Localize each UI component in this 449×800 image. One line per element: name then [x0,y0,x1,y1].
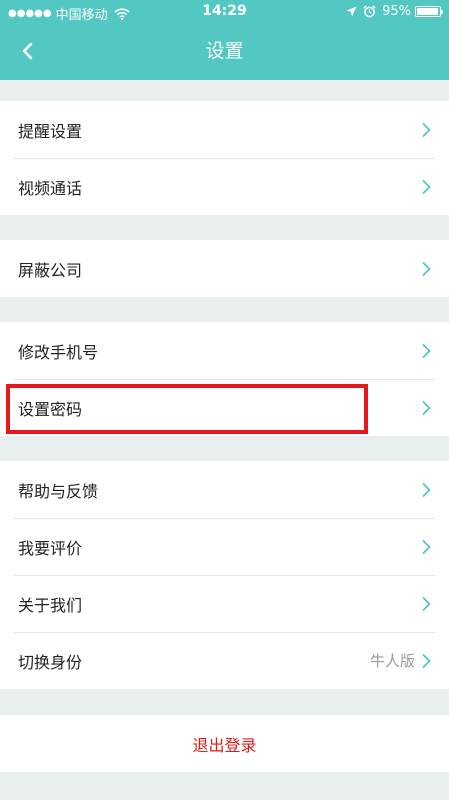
location-arrow-icon [346,6,357,17]
settings-item-block-company[interactable]: 屏蔽公司 [0,240,449,297]
settings-group-account: 修改手机号 设置密码 [0,322,449,436]
settings-item-label: 我要评价 [18,538,83,558]
alarm-clock-icon [363,5,376,18]
current-identity-value: 牛人版 [369,652,415,670]
header: ●●●●● 中国移动 14:29 95% 设置 [0,0,449,80]
settings-group-reminders: 提醒设置 视频通话 [0,101,449,215]
chevron-right-icon [421,179,431,195]
logout-label: 退出登录 [192,735,257,755]
settings-item-label: 关于我们 [18,595,83,615]
settings-item-label: 视频通话 [18,178,83,198]
settings-item-reminder[interactable]: 提醒设置 [0,101,449,158]
page-title: 设置 [205,40,244,62]
chevron-right-icon [421,400,431,416]
settings-item-video-call[interactable]: 视频通话 [0,158,449,215]
logout-button[interactable]: 退出登录 [0,715,449,772]
settings-item-label: 修改手机号 [18,342,99,362]
battery-fill [417,8,438,15]
settings-item-help-feedback[interactable]: 帮助与反馈 [0,461,449,518]
chevron-right-icon [421,539,431,555]
chevron-right-icon [421,122,431,138]
settings-item-about-us[interactable]: 关于我们 [0,575,449,632]
settings-item-label: 屏蔽公司 [18,260,83,280]
settings-item-label: 切换身份 [18,652,83,672]
settings-item-switch-identity[interactable]: 切换身份 牛人版 [0,632,449,689]
settings-item-label: 设置密码 [18,399,83,419]
chevron-right-icon [421,596,431,612]
settings-group-block: 屏蔽公司 [0,240,449,297]
settings-item-rate-app[interactable]: 我要评价 [0,518,449,575]
battery-percent: 95% [382,4,411,19]
settings-group-general: 帮助与反馈 我要评价 关于我们 切换身份 牛人版 [0,461,449,689]
chevron-right-icon [421,653,431,669]
settings-item-label: 提醒设置 [18,121,83,141]
chevron-right-icon [421,343,431,359]
settings-item-set-password[interactable]: 设置密码 [0,379,449,436]
chevron-right-icon [421,482,431,498]
battery-icon [415,6,443,17]
status-right: 95% [346,4,443,19]
settings-item-change-phone[interactable]: 修改手机号 [0,322,449,379]
status-bar: ●●●●● 中国移动 14:29 95% [0,0,449,24]
chevron-right-icon [421,261,431,277]
settings-item-label: 帮助与反馈 [18,481,99,501]
